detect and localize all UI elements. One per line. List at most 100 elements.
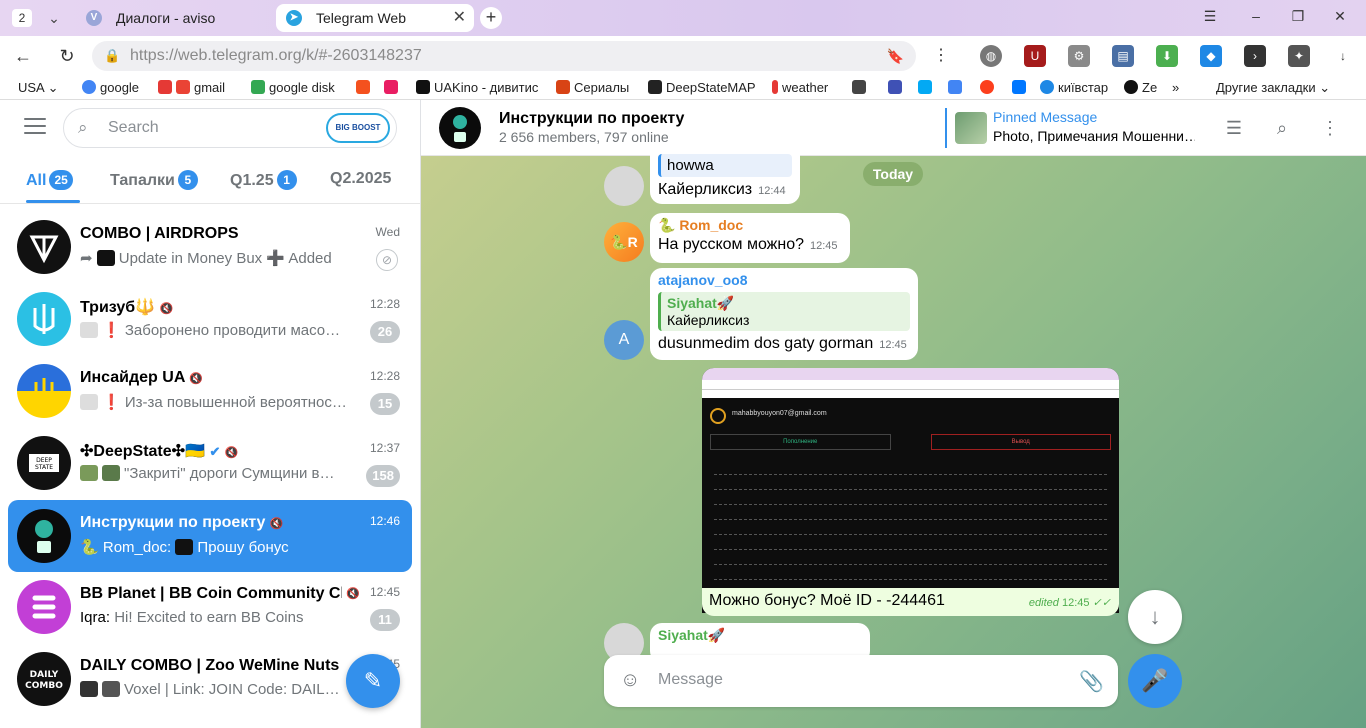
- restore-icon[interactable]: ❐: [1288, 8, 1308, 25]
- chat-name: ✣DeepState✣🇺🇦 ✔ 🔇: [80, 443, 239, 460]
- emoji-icon[interactable]: ☺: [620, 669, 640, 692]
- message-composer[interactable]: ☺ Message 📎: [604, 655, 1118, 707]
- bookmark-uakino[interactable]: UAKino - дивитис: [416, 79, 538, 97]
- bookmark-ze[interactable]: Ze: [1124, 79, 1157, 97]
- pinned-message[interactable]: Pinned Message Photo, Примечания Мошенни…: [945, 108, 1195, 148]
- downloads-icon[interactable]: ↓: [1332, 45, 1354, 67]
- message-photo[interactable]: mahabbyouyon07@gmail.com Пополнение Выво…: [702, 368, 1119, 613]
- bookmark-bc[interactable]: [852, 79, 870, 97]
- voice-record-button[interactable]: 🎤: [1128, 654, 1182, 708]
- bookmark-f[interactable]: [356, 79, 374, 97]
- bookmark-gmail[interactable]: gmail: [158, 79, 225, 97]
- ublock-extension-icon[interactable]: U: [1024, 45, 1046, 67]
- bookmark-icon[interactable]: 🔖: [887, 41, 904, 71]
- download-extension-icon[interactable]: ⬇: [1156, 45, 1178, 67]
- chevron-down-icon[interactable]: ⌄: [42, 7, 66, 29]
- bookmark-arrow[interactable]: [888, 79, 906, 97]
- chat-avatar[interactable]: [439, 107, 481, 149]
- bookmark-colorful[interactable]: [384, 79, 402, 97]
- extension-icon[interactable]: ›: [1244, 45, 1266, 67]
- message-bubble[interactable]: howwa Кайерликсиз 12:44: [650, 142, 800, 204]
- svg-text:DAILY: DAILY: [30, 670, 59, 680]
- close-window-icon[interactable]: ✕: [1330, 8, 1350, 25]
- tab-title: Telegram Web: [316, 10, 407, 26]
- gmail-icon: [176, 80, 190, 94]
- message-time: 12:45: [879, 339, 907, 351]
- new-tab-button[interactable]: +: [480, 7, 502, 29]
- snake-icon: 🐍: [80, 539, 103, 556]
- tab-all[interactable]: All 25: [26, 170, 73, 190]
- address-bar-row: ← ↻ 🔒 https://web.telegram.org/k/#-26031…: [0, 36, 1366, 76]
- browser-tab-aviso[interactable]: V Диалоги - aviso: [76, 4, 266, 32]
- chat-item-instruktsii[interactable]: Инструкции по проекту 🔇 12:46 🐍 Rom_doc:…: [8, 500, 412, 572]
- chat-header[interactable]: Инструкции по проекту 2 656 members, 797…: [421, 100, 1366, 156]
- extension-icon[interactable]: ◆: [1200, 45, 1222, 67]
- extension-icon[interactable]: ⚙: [1068, 45, 1090, 67]
- chat-name: Инсайдер UA 🔇: [80, 369, 203, 386]
- more-vert-icon[interactable]: ⋮: [1317, 116, 1343, 142]
- tab-q2-2025[interactable]: Q2.2025: [330, 170, 391, 188]
- bookmarks-overflow-icon[interactable]: »: [1172, 79, 1179, 97]
- bookmark-deepstatemap[interactable]: DeepStateMAP: [648, 79, 756, 97]
- reply-quote[interactable]: Siyahat🚀 Кайерликсиз: [658, 292, 910, 331]
- url-path: /k/#-2603148237: [301, 47, 422, 64]
- chat-list-panel: ⌕ Search BIG BOOST All 25 Тапалки 5 Q1.25 1…: [0, 100, 421, 728]
- bookmark-serialy[interactable]: Сериалы: [556, 79, 629, 97]
- globe-extension-icon[interactable]: ◍: [980, 45, 1002, 67]
- chat-item-tryzub[interactable]: Тризуб🔱 🔇 12:28 ❗ Заборонено проводити м…: [8, 283, 412, 355]
- folder-count-badge: 1: [276, 170, 297, 190]
- bookmark-p[interactable]: [918, 79, 936, 97]
- ze-icon: [1124, 80, 1138, 94]
- active-tab-indicator: [26, 200, 80, 203]
- promo-badge[interactable]: BIG BOOST: [326, 113, 390, 143]
- scroll-down-button[interactable]: ↓: [1128, 590, 1182, 644]
- chat-item-insider-ua[interactable]: Инсайдер UA 🔇 12:28 ❗ Из-за повышенной в…: [8, 355, 412, 427]
- lock-icon: 🔒: [104, 48, 121, 63]
- sender-name[interactable]: atajanov_oo8: [658, 272, 910, 288]
- bookmark-translate[interactable]: [948, 79, 966, 97]
- photo-menu-row: [714, 520, 1107, 535]
- chat-item-bb-planet[interactable]: BB Planet | BB Coin Community Ch… 🔇 12:4…: [8, 571, 412, 643]
- reload-icon[interactable]: ↻: [56, 45, 78, 67]
- preview-thumbnail: [102, 681, 120, 697]
- search-input[interactable]: ⌕ Search BIG BOOST: [63, 108, 397, 148]
- message-bubble[interactable]: 🐍 Rom_doc На русском можно? 12:45: [650, 213, 850, 263]
- message-bubble[interactable]: atajanov_oo8 Siyahat🚀 Кайерликсиз dusunm…: [650, 268, 918, 360]
- minimize-icon[interactable]: –: [1246, 8, 1266, 24]
- chat-item-deepstate[interactable]: DEEP STATE ✣DeepState✣🇺🇦 ✔ 🔇 12:37 "Закри…: [8, 427, 412, 499]
- bookmark-usa[interactable]: USA ⌄: [18, 79, 59, 97]
- tab-tapalki[interactable]: Тапалки 5: [110, 170, 198, 190]
- message-caption[interactable]: Можно бонус? Моё ID - -244461 edited 12:…: [702, 588, 1119, 616]
- more-vert-icon[interactable]: ⋮: [930, 45, 952, 67]
- url-field[interactable]: 🔒 https://web.telegram.org/k/#-260314823…: [92, 41, 916, 71]
- bookmark-google-disk[interactable]: google disk: [251, 79, 335, 97]
- bookmark-yandex[interactable]: [980, 79, 998, 97]
- browser-menu-icon[interactable]: ☰: [1200, 8, 1220, 25]
- back-icon[interactable]: ←: [12, 45, 34, 67]
- extensions-puzzle-icon[interactable]: ✦: [1288, 45, 1310, 67]
- chat-time: 12:45: [369, 585, 400, 599]
- browser-tab-telegram[interactable]: ➤ Telegram Web ✕: [276, 4, 474, 32]
- tab-q1-25[interactable]: Q1.25 1: [230, 170, 297, 190]
- new-message-button[interactable]: ✎: [346, 654, 400, 708]
- reply-quote[interactable]: howwa: [658, 154, 792, 177]
- sender-name[interactable]: Siyahat🚀: [658, 627, 862, 644]
- extension-icon[interactable]: ▤: [1112, 45, 1134, 67]
- other-bookmarks[interactable]: Другие закладки ⌄: [1216, 79, 1330, 97]
- chat-title[interactable]: Инструкции по проекту: [499, 110, 684, 128]
- bookmark-kyivstar[interactable]: київстар: [1040, 79, 1108, 97]
- chat-item-combo-airdrops[interactable]: COMBO | AIRDROPS Wed ➦ Update in Money B…: [8, 211, 412, 283]
- avatar: [604, 166, 644, 206]
- attach-icon[interactable]: 📎: [1079, 669, 1104, 694]
- hamburger-menu-icon[interactable]: [24, 118, 46, 136]
- sender-name[interactable]: 🐍 Rom_doc: [658, 217, 842, 234]
- search-icon[interactable]: ⌕: [1269, 116, 1295, 142]
- bookmark-google[interactable]: google: [82, 79, 139, 97]
- tab-count-button[interactable]: 2: [12, 9, 32, 27]
- pinned-list-icon[interactable]: ☰: [1221, 116, 1247, 142]
- photo-address-bar: [702, 380, 1119, 390]
- close-tab-icon[interactable]: ✕: [453, 4, 466, 32]
- bookmark-weather[interactable]: weather: [772, 79, 828, 97]
- bookmark-vk[interactable]: [1012, 79, 1030, 97]
- message-input[interactable]: Message: [658, 671, 723, 689]
